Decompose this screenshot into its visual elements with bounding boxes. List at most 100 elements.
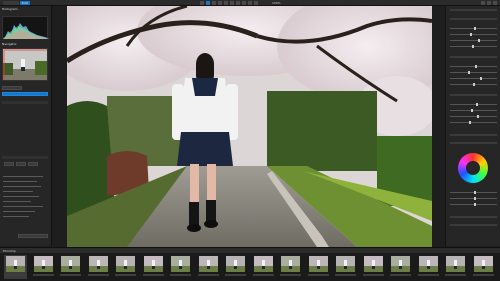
thumbnail-caption (87, 274, 109, 276)
info-line (3, 206, 43, 207)
rotate-tool-icon[interactable] (218, 1, 222, 5)
thumbnail-caption (225, 274, 246, 276)
filmstrip-thumbnail[interactable] (4, 255, 27, 279)
adjustment-slider[interactable] (450, 71, 497, 74)
thumbnail-image (308, 256, 328, 272)
adjustment-slider[interactable] (450, 33, 497, 36)
eyedropper-icon[interactable] (236, 1, 240, 5)
filmstrip-thumbnail[interactable] (224, 255, 247, 279)
info-line (3, 186, 41, 187)
thumbnail-image (116, 256, 135, 272)
thumbnail-caption (280, 274, 301, 276)
apply-button[interactable] (18, 234, 48, 238)
adjustment-slider[interactable] (450, 45, 497, 48)
info-line (3, 191, 33, 192)
preset-button[interactable] (2, 86, 22, 90)
photo-viewer[interactable] (67, 6, 432, 247)
adjustment-slider[interactable] (450, 65, 497, 68)
info-line (3, 176, 43, 177)
hand-tool-icon[interactable] (200, 1, 204, 5)
filmstrip-thumbnail[interactable] (307, 255, 330, 279)
filmstrip-thumbnail[interactable] (87, 255, 110, 279)
active-preset-button[interactable] (2, 92, 48, 96)
filmstrip-thumbnail[interactable] (114, 255, 137, 279)
tab-edit[interactable]: Edit (20, 1, 30, 5)
thumbnail-image (171, 256, 190, 272)
info-line (3, 216, 29, 217)
filmstrip-thumbnail[interactable] (197, 255, 220, 279)
color-wheel[interactable] (458, 153, 488, 183)
minimize-icon[interactable] (481, 1, 485, 5)
panel-row (2, 156, 48, 159)
thumbnail-image (6, 256, 25, 272)
panel-row (450, 18, 497, 20)
histogram (2, 16, 49, 39)
filmstrip-thumbnail[interactable] (252, 255, 275, 279)
thumbnail-image (143, 256, 163, 272)
adjustment-slider[interactable] (450, 27, 497, 30)
filmstrip-thumbnail[interactable] (417, 255, 440, 279)
adjustment-slider[interactable] (450, 83, 497, 86)
compare-icon[interactable] (242, 1, 246, 5)
adjustment-slider[interactable] (450, 115, 497, 118)
info-line (3, 211, 35, 212)
thumbnail-caption (335, 274, 356, 276)
thumbnail-caption (445, 274, 466, 276)
thumbnail-image (446, 256, 465, 272)
filmstrip (0, 253, 500, 281)
thumbnail-caption (417, 274, 439, 276)
navigator-preview[interactable] (2, 48, 48, 81)
thumbnail-caption (115, 274, 136, 276)
app-logo (3, 1, 19, 5)
thumbnail-image (198, 256, 218, 272)
zoom-level[interactable]: 100% (272, 1, 281, 5)
panel-row (450, 142, 497, 144)
close-icon[interactable] (493, 1, 497, 5)
crop-tool-icon[interactable] (212, 1, 216, 5)
thumbnail-image (391, 256, 410, 272)
thumbnail-caption (5, 274, 26, 276)
grid-icon[interactable] (254, 1, 258, 5)
thumbnail-caption (197, 274, 219, 276)
gradient-tool-icon[interactable] (230, 1, 234, 5)
filmstrip-thumbnail[interactable] (472, 255, 495, 279)
filmstrip-thumbnail[interactable] (334, 255, 357, 279)
thumbnail-image (418, 256, 438, 272)
option-button[interactable] (28, 162, 38, 166)
thumbnail-image (88, 256, 108, 272)
thumbnail-image (363, 256, 383, 272)
panel-header (450, 9, 497, 11)
thumbnail-caption (362, 274, 384, 276)
thumbnail-image (33, 256, 53, 272)
info-line (3, 201, 31, 202)
filmstrip-thumbnail[interactable] (59, 255, 82, 279)
thumbnail-caption (142, 274, 164, 276)
maximize-icon[interactable] (487, 1, 491, 5)
filmstrip-thumbnail[interactable] (362, 255, 385, 279)
option-button[interactable] (4, 162, 14, 166)
adjustment-slider[interactable] (450, 109, 497, 112)
adjustment-slider[interactable] (450, 77, 497, 80)
brush-tool-icon[interactable] (224, 1, 228, 5)
info-line (3, 196, 39, 197)
filmstrip-thumbnail[interactable] (389, 255, 412, 279)
adjustment-slider[interactable] (450, 121, 497, 124)
thumbnail-caption (390, 274, 411, 276)
thumbnail-image (61, 256, 80, 272)
filmstrip-thumbnail[interactable] (169, 255, 192, 279)
filmstrip-thumbnail[interactable] (142, 255, 165, 279)
panel-row (450, 134, 497, 136)
adjustment-slider[interactable] (450, 191, 497, 194)
filmstrip-thumbnail[interactable] (279, 255, 302, 279)
select-tool-icon[interactable] (206, 1, 210, 5)
panel-row (450, 94, 497, 96)
adjustment-slider[interactable] (450, 197, 497, 200)
adjustment-slider[interactable] (450, 103, 497, 106)
adjustment-slider[interactable] (450, 39, 497, 42)
option-button[interactable] (16, 162, 26, 166)
adjustment-slider[interactable] (450, 203, 497, 206)
filmstrip-thumbnail[interactable] (32, 255, 55, 279)
thumbnail-caption (60, 274, 81, 276)
filmstrip-thumbnail[interactable] (444, 255, 467, 279)
fit-icon[interactable] (248, 1, 252, 5)
